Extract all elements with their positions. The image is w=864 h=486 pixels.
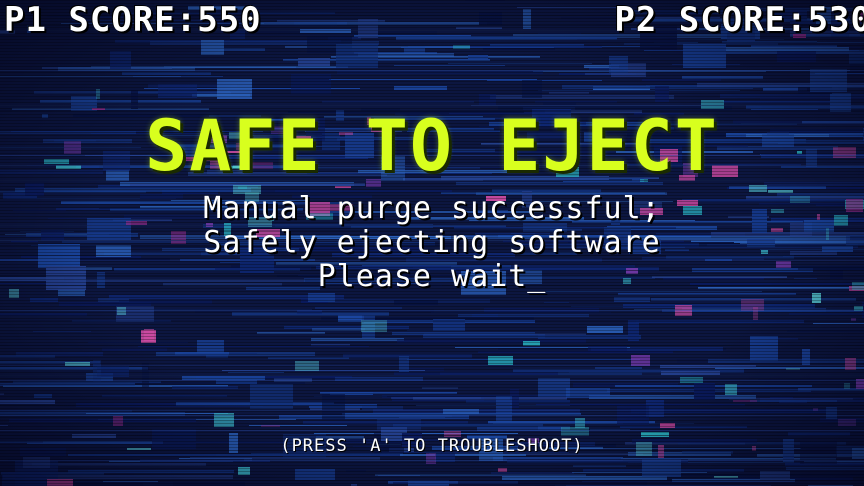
dialog-line-3: Please wait_: [317, 259, 547, 294]
p1-score: P1 SCORE:550: [4, 0, 262, 40]
dialog-line-2: Safely ejecting software: [203, 225, 661, 260]
game-screen: P1 SCORE:550 P2 SCORE:530 SAFE TO EJECT …: [0, 0, 864, 486]
p2-score: P2 SCORE:530: [614, 0, 864, 40]
dialog-line-1: Manual purge successful;: [203, 191, 661, 226]
dialog-title: SAFE TO EJECT: [145, 105, 719, 187]
troubleshoot-prompt[interactable]: (PRESS 'A' TO TROUBLESHOOT): [0, 434, 864, 458]
